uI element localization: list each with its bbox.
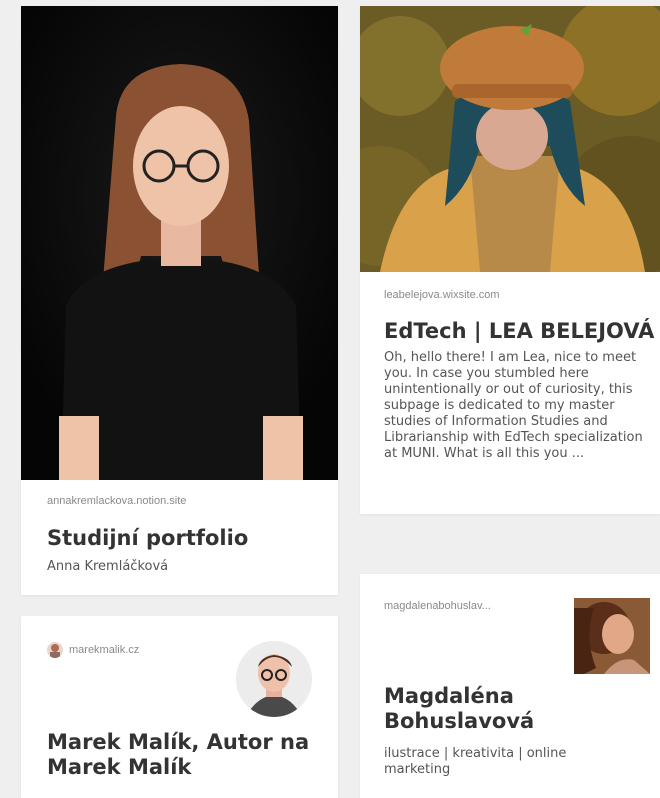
card-title[interactable]: Magdaléna Bohuslavová — [384, 684, 564, 734]
card-title[interactable]: EdTech | LEA BELEJOVÁ — [384, 319, 660, 343]
card-domain: magdalenabohuslav... — [384, 600, 491, 612]
card-annakremlackova[interactable]: annakremlackova.notion.site Studijní por… — [21, 6, 338, 595]
card-magdalenabohuslavova[interactable]: magdalenabohuslav... Magdaléna Bohuslavo… — [360, 574, 660, 798]
card-title[interactable]: Marek Malík, Autor na Marek Malík — [47, 730, 317, 780]
portrait-photo — [21, 6, 338, 480]
card-title[interactable]: Studijní portfolio — [47, 526, 248, 550]
portrait-photo — [360, 6, 660, 272]
card-marekmalik[interactable]: marekmalik.cz Marek Malík, Autor na Mare… — [21, 616, 338, 798]
card-description: Oh, hello there! I am Lea, nice to meet … — [384, 350, 643, 461]
card-subtitle: ilustrace | kreativita | online marketin… — [384, 746, 567, 777]
card-domain: marekmalik.cz — [69, 644, 140, 656]
card-domain: leabelejova.wixsite.com — [384, 289, 500, 301]
avatar-photo — [236, 641, 312, 717]
card-domain: annakremlackova.notion.site — [47, 495, 187, 507]
card-subtitle: Anna Kremláčková — [47, 559, 169, 574]
thumbnail-photo — [574, 598, 650, 674]
card-leabelejova[interactable]: leabelejova.wixsite.com EdTech | LEA BEL… — [360, 6, 660, 514]
favicon-icon — [47, 642, 63, 658]
